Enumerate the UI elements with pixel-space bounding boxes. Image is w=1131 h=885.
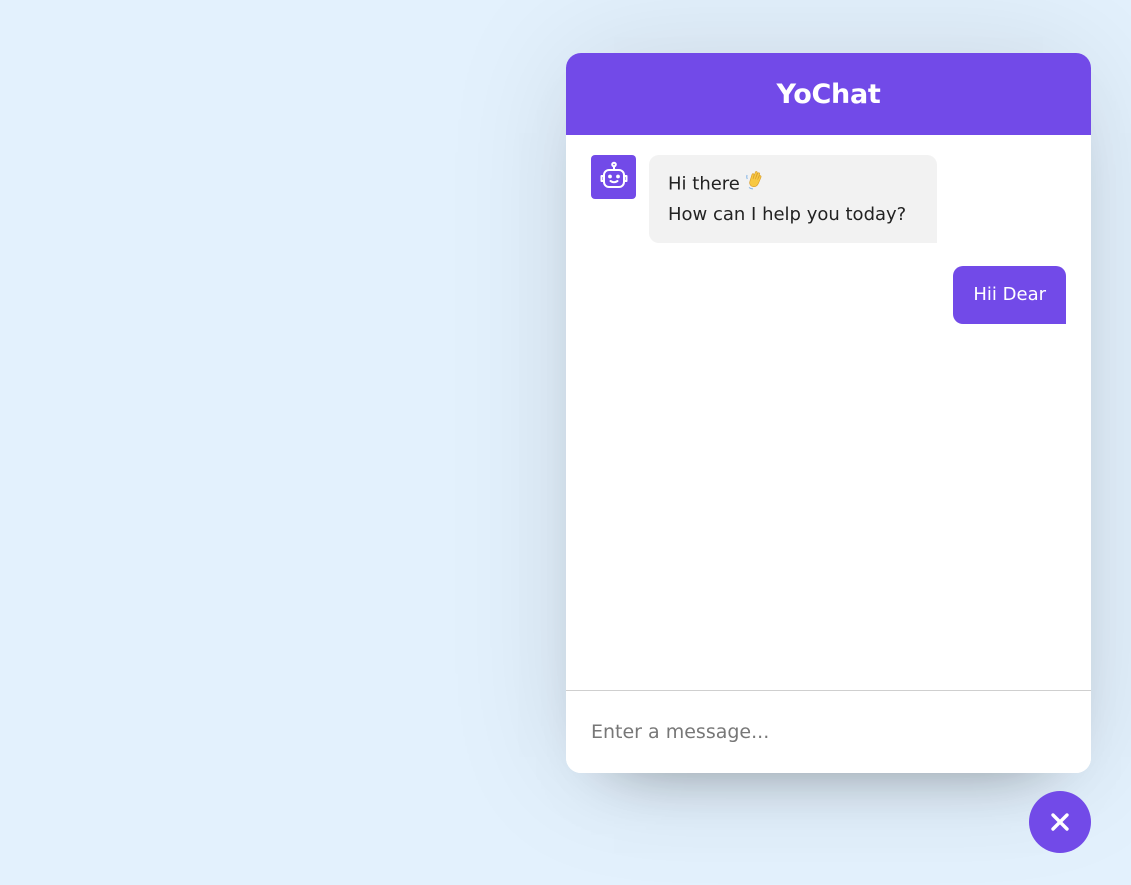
incoming-message: Hi there How can I help you today?	[591, 155, 937, 243]
outgoing-message: Hii Dear	[953, 266, 1066, 324]
chat-window: YoChat Hi there How can I help you today…	[566, 53, 1091, 773]
waving-hand-icon	[744, 169, 766, 200]
chat-input-area	[566, 690, 1091, 773]
chat-header: YoChat	[566, 53, 1091, 135]
chat-messages: Hi there How can I help you today? Hii D…	[566, 135, 1091, 690]
incoming-message-bubble: Hi there How can I help you today?	[649, 155, 937, 243]
close-icon	[1049, 811, 1071, 833]
outgoing-message-bubble: Hii Dear	[953, 266, 1066, 324]
close-chat-button[interactable]	[1029, 791, 1091, 853]
robot-icon	[591, 155, 636, 199]
incoming-line-2: How can I help you today?	[668, 204, 907, 225]
chat-title: YoChat	[776, 78, 881, 110]
message-input[interactable]	[566, 719, 1091, 745]
incoming-line-1: Hi there	[668, 169, 917, 200]
